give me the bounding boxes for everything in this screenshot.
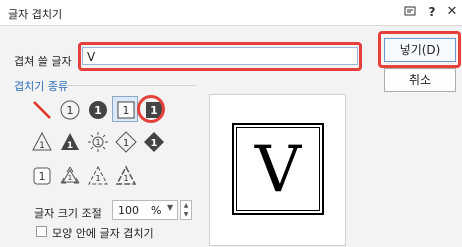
style-square-outline-icon[interactable]: 1 (112, 96, 138, 122)
svg-text:1: 1 (95, 138, 100, 147)
svg-text:1: 1 (123, 174, 128, 183)
style-triangle-filled-icon[interactable]: 1 (56, 128, 82, 154)
preview-panel: V (209, 94, 346, 246)
input-highlight (78, 42, 362, 71)
selected-style-highlight (137, 95, 165, 123)
chevron-down-icon[interactable]: ▼ (167, 203, 173, 212)
overlay-inside-shape-checkbox[interactable] (36, 226, 47, 237)
size-value: 100 (118, 204, 139, 217)
section-divider (66, 85, 196, 86)
style-diamond-outline-icon[interactable]: 1 (112, 128, 138, 154)
style-rounded-square-icon[interactable]: 1 (28, 162, 54, 188)
help-icon[interactable]: ? (424, 4, 440, 20)
svg-text:1: 1 (123, 104, 130, 117)
style-circle-outline-icon[interactable]: 1 (56, 96, 82, 122)
svg-text:1: 1 (39, 170, 46, 183)
svg-text:1: 1 (94, 104, 102, 117)
cancel-button[interactable]: 취소 (384, 68, 456, 92)
insert-button-highlight (378, 31, 461, 68)
style-recycle-icon[interactable]: 1 (56, 162, 82, 188)
overlay-text-label: 겹쳐 쓸 글자 (14, 55, 72, 68)
svg-text:1: 1 (67, 104, 74, 117)
size-label: 글자 크기 조절 (34, 207, 102, 220)
style-sun-outline-icon[interactable]: 1 (84, 128, 110, 154)
style-circle-filled-icon[interactable]: 1 (84, 96, 110, 122)
style-diamond-filled-icon[interactable]: 1 (140, 128, 166, 154)
overlay-type-section-title: 겹치기 종류 (14, 80, 69, 93)
size-spinner[interactable]: ▲ ▼ (180, 200, 192, 220)
title-bar: 글자 겹치기 ? ✕ (0, 0, 462, 26)
svg-text:1: 1 (95, 174, 100, 183)
close-icon[interactable]: ✕ (444, 4, 460, 20)
style-recycle-outline-icon[interactable]: 1 (84, 162, 110, 188)
svg-text:1: 1 (67, 141, 73, 151)
style-triangle-outline-icon[interactable]: 1 (28, 128, 54, 154)
svg-text:1: 1 (151, 138, 158, 149)
size-combobox[interactable]: 100 % ▼ (112, 200, 178, 220)
window-title: 글자 겹치기 (8, 8, 63, 21)
style-recycle-alt-icon[interactable]: 1 (112, 162, 138, 188)
svg-text:1: 1 (123, 138, 129, 149)
svg-text:1: 1 (39, 141, 45, 151)
style-none-icon[interactable] (28, 96, 54, 122)
size-unit: % (151, 204, 162, 217)
overlay-inside-shape-label: 모양 안에 글자 겹치기 (52, 227, 154, 240)
preview-square-frame: V (232, 123, 324, 215)
svg-text:1: 1 (68, 174, 72, 182)
pin-icon[interactable] (402, 4, 418, 20)
preview-character: V (254, 133, 302, 207)
